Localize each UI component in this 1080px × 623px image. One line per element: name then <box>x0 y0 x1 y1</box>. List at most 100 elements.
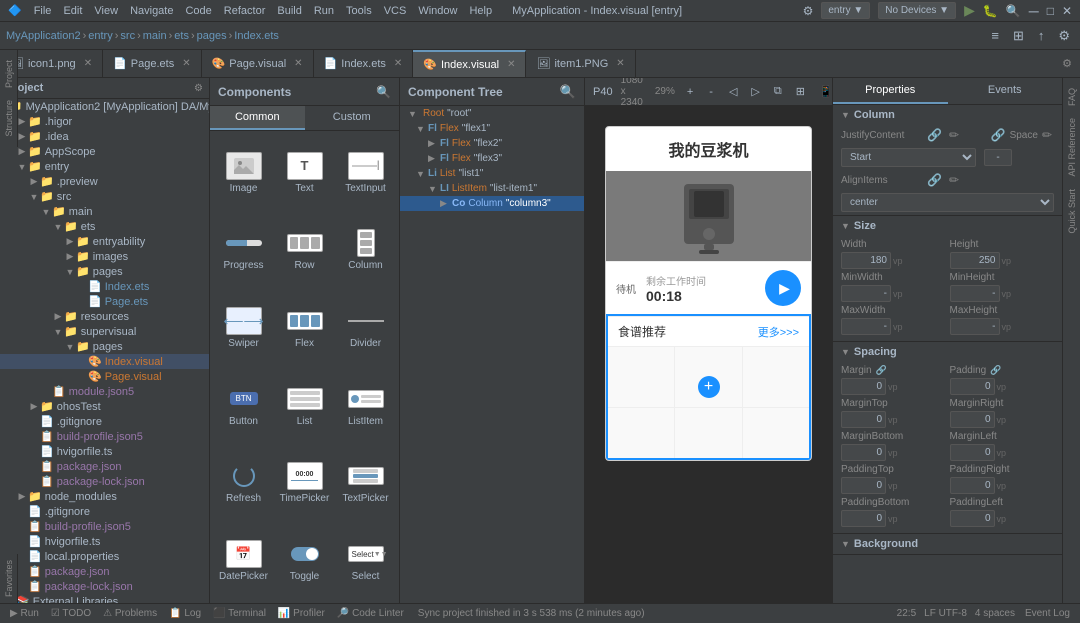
tree-indexets[interactable]: 📄 Index.ets <box>0 279 209 294</box>
comp-textinput[interactable]: | TextInput <box>336 135 395 211</box>
tree-gitignore[interactable]: 📄 .gitignore <box>0 414 209 429</box>
menu-tools[interactable]: Tools <box>346 5 372 17</box>
tree-gitignore2[interactable]: 📄 .gitignore <box>0 504 209 519</box>
canvas-view-btn[interactable]: ⊞ <box>792 83 809 100</box>
menu-vcs[interactable]: VCS <box>384 5 407 17</box>
space-input[interactable] <box>984 149 1012 166</box>
comp-divider[interactable]: Divider <box>336 290 395 366</box>
favorites-strip-btn[interactable]: Favorites <box>4 554 14 603</box>
tree-ext-libs[interactable]: ▶ 📚 External Libraries <box>0 594 209 603</box>
menu-run[interactable]: Run <box>314 5 334 17</box>
paddingbottom-input[interactable] <box>841 510 886 527</box>
tree-package2[interactable]: 📋 package.json <box>0 564 209 579</box>
breadcrumb-src[interactable]: src <box>120 30 135 42</box>
comp-datepicker[interactable]: 📅 DatePicker <box>214 523 273 599</box>
comp-toggle[interactable]: Toggle <box>275 523 334 599</box>
tab-close-icon1[interactable]: ✕ <box>84 58 92 69</box>
minimize-btn[interactable]: ─ <box>1029 2 1039 19</box>
breadcrumb-entry[interactable]: entry <box>88 30 112 42</box>
tree-supervisual[interactable]: ▼ 📁 supervisual <box>0 324 209 339</box>
margin-input[interactable] <box>841 378 886 395</box>
menu-window[interactable]: Window <box>418 5 457 17</box>
ctree-list[interactable]: ▼ Li List "list1" <box>400 166 584 181</box>
selected-region[interactable]: 食谱推荐 更多>>> + <box>606 314 811 460</box>
tree-main[interactable]: ▼ 📁 main <box>0 204 209 219</box>
ctree-flex1[interactable]: ▼ Fl Flex "flex1" <box>400 121 584 136</box>
comp-listitem[interactable]: ListItem <box>336 368 395 444</box>
padding-link-icon[interactable]: 🔗 <box>988 365 1003 376</box>
paddingtop-input[interactable] <box>841 477 886 494</box>
tab-close-item1[interactable]: ✕ <box>616 58 624 69</box>
structure-strip-btn[interactable]: Structure <box>4 94 14 143</box>
canvas-container[interactable]: 我的豆浆机 <box>585 106 832 603</box>
comp-image[interactable]: Image <box>214 135 273 211</box>
comp-timepicker[interactable]: 00:00 TimePicker <box>275 446 334 522</box>
justify-content-select[interactable]: Start Center End SpaceBetween <box>841 148 976 167</box>
maxwidth-input[interactable] <box>841 318 891 335</box>
menu-build[interactable]: Build <box>277 5 301 17</box>
comp-tree-search-icon[interactable]: 🔍 <box>560 84 576 100</box>
space-link-icon[interactable]: 🔗 <box>989 128 1008 142</box>
tree-supervisual-pages[interactable]: ▼ 📁 pages <box>0 339 209 354</box>
no-devices-dropdown[interactable]: No Devices ▼ <box>878 2 956 19</box>
menu-refactor[interactable]: Refactor <box>224 5 266 17</box>
tree-higor[interactable]: ▶ 📁 .higor <box>0 114 209 129</box>
tree-appscope[interactable]: ▶ 📁 AppScope <box>0 144 209 159</box>
comp-textpicker[interactable]: TextPicker <box>336 446 395 522</box>
justify-content-edit-icon[interactable]: ✏ <box>947 128 961 142</box>
tab-pageEts[interactable]: 📄 Page.ets ✕ <box>103 50 202 77</box>
ctree-flex3[interactable]: ▶ Fl Flex "flex3" <box>400 151 584 166</box>
comp-flex[interactable]: Flex <box>275 290 334 366</box>
margintop-input[interactable] <box>841 411 886 428</box>
comp-select[interactable]: Select ▼ Select <box>336 523 395 599</box>
space-edit-icon[interactable]: ✏ <box>1040 128 1054 142</box>
comp-tab-common[interactable]: Common <box>210 106 305 130</box>
comp-button[interactable]: BTN Button <box>214 368 273 444</box>
tab-close-pageVisual[interactable]: ✕ <box>294 58 302 69</box>
tab-settings-btn[interactable]: ⚙ <box>1062 57 1072 70</box>
menu-edit[interactable]: Edit <box>63 5 82 17</box>
comp-refresh[interactable]: Refresh <box>214 446 273 522</box>
tree-pages[interactable]: ▼ 📁 pages <box>0 264 209 279</box>
tree-hvigor[interactable]: 📄 hvigorfile.ts <box>0 444 209 459</box>
entry-dropdown[interactable]: entry ▼ <box>821 2 870 19</box>
breadcrumb-ets[interactable]: ets <box>174 30 189 42</box>
comp-list[interactable]: List <box>275 368 334 444</box>
ctree-flex2[interactable]: ▶ Fl Flex "flex2" <box>400 136 584 151</box>
margin-link-icon[interactable]: 🔗 <box>874 365 889 376</box>
canvas-copy-btn[interactable]: ⧉ <box>770 83 786 100</box>
codelinter-status-btn[interactable]: 🔎 Code Linter <box>335 608 406 619</box>
profiler-status-btn[interactable]: 📊 Profiler <box>276 608 327 619</box>
props-section-background-header[interactable]: ▼ Background <box>833 534 1062 554</box>
menu-file[interactable]: File <box>34 5 52 17</box>
minwidth-input[interactable] <box>841 285 891 302</box>
justify-content-link-icon[interactable]: 🔗 <box>925 128 944 142</box>
align-items-select[interactable]: center start end <box>841 193 1054 212</box>
ctree-root[interactable]: ▼ Root "root" <box>400 106 584 121</box>
tab-indexEts[interactable]: 📄 Index.ets ✕ <box>314 50 414 77</box>
tree-pagevisual[interactable]: 🎨 Page.visual <box>0 369 209 384</box>
breadcrumb-pages[interactable]: pages <box>197 30 227 42</box>
tree-src[interactable]: ▼ 📁 src <box>0 189 209 204</box>
faq-strip-btn[interactable]: FAQ <box>1067 82 1077 112</box>
tree-package[interactable]: 📋 package.json <box>0 459 209 474</box>
props-section-column-header[interactable]: ▼ Column <box>833 105 1062 125</box>
marginbottom-input[interactable] <box>841 444 886 461</box>
ctree-column[interactable]: ▶ Co Column "column3" <box>400 196 584 211</box>
project-strip-btn[interactable]: Project <box>4 54 14 94</box>
ctree-listitem[interactable]: ▼ LI ListItem "list-item1" <box>400 181 584 196</box>
height-input[interactable] <box>950 252 1000 269</box>
debug-btn[interactable]: 🐛 <box>983 2 998 19</box>
comp-text[interactable]: T Text <box>275 135 334 211</box>
align-items-edit-icon[interactable]: ✏ <box>947 173 961 187</box>
canvas-forward-btn[interactable]: ▷ <box>747 83 763 100</box>
terminal-status-btn[interactable]: ⬛ Terminal <box>211 608 268 619</box>
menu-view[interactable]: View <box>94 5 118 17</box>
close-btn[interactable]: ✕ <box>1062 2 1072 19</box>
comp-column[interactable]: Column <box>336 213 395 289</box>
structure-btn[interactable]: ⊞ <box>1009 26 1028 46</box>
comp-swiper[interactable]: ⟵⟶ Swiper <box>214 290 273 366</box>
tab-indexVisual[interactable]: 🎨 Index.visual ✕ <box>413 50 526 77</box>
props-section-size-header[interactable]: ▼ Size <box>833 216 1062 236</box>
tab-item1[interactable]: 🖼 item1.PNG ✕ <box>526 50 635 77</box>
